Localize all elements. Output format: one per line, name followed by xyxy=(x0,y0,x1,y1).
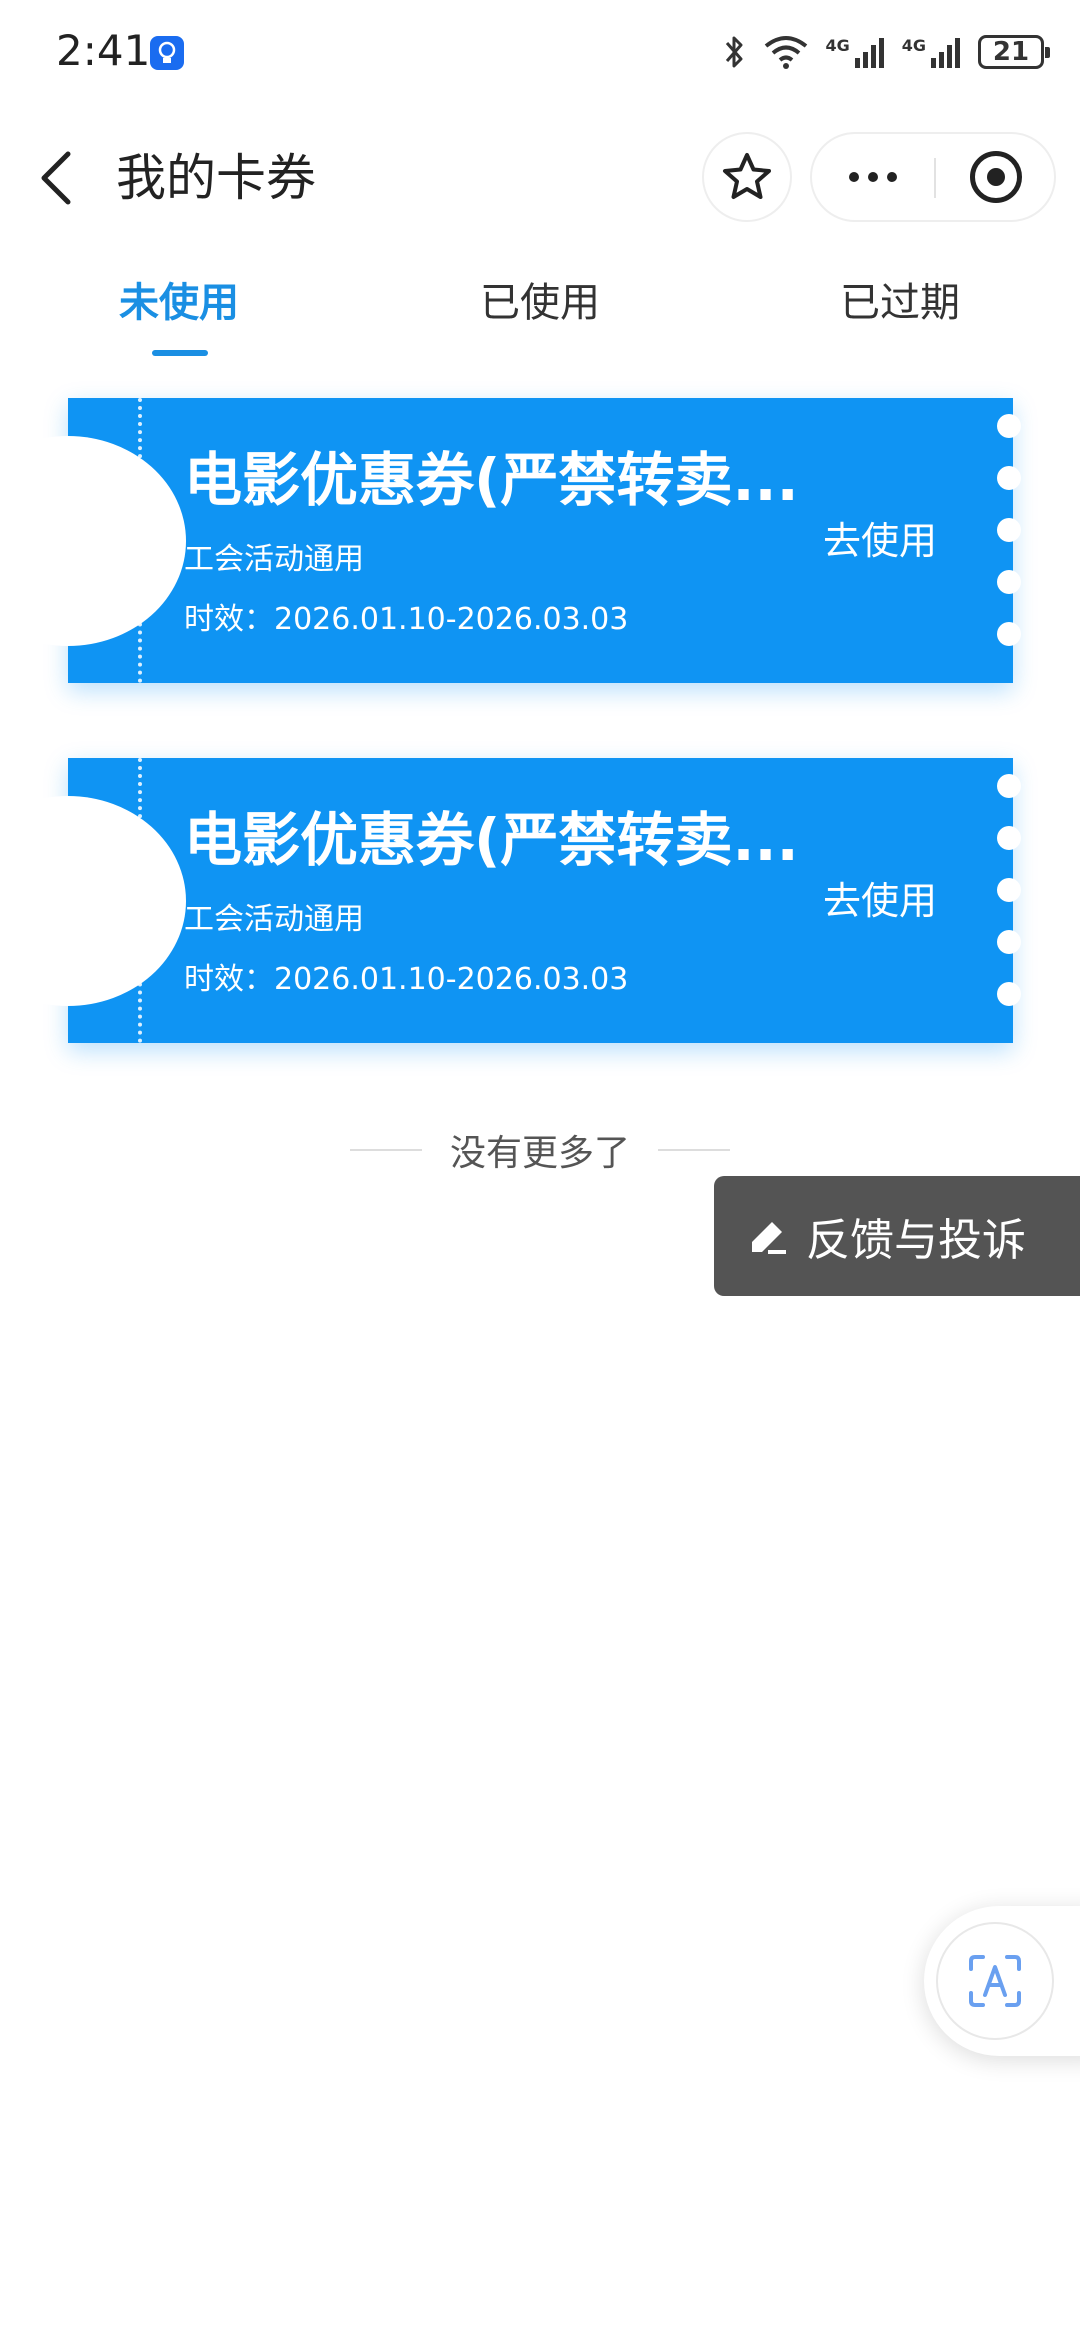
feedback-label: 反馈与投诉 xyxy=(806,1215,1026,1266)
coupon-perforation xyxy=(138,758,142,1043)
chevron-left-icon xyxy=(41,151,71,205)
close-miniapp-button[interactable] xyxy=(936,134,1056,220)
nav-bar: 我的卡券 xyxy=(0,130,1080,226)
floating-tool-button[interactable] xyxy=(924,1906,1080,2056)
coupon-title: 电影优惠券(严禁转卖... xyxy=(184,446,799,514)
end-of-list-hint: 没有更多了 xyxy=(0,1120,1080,1180)
feedback-button[interactable]: 反馈与投诉 xyxy=(714,1176,1080,1296)
status-icons: 4G 4G 21 xyxy=(723,30,1050,74)
coupon-subtitle: 工会活动通用 xyxy=(184,542,364,577)
battery-icon: 21 xyxy=(978,35,1050,69)
tab-indicator xyxy=(152,350,208,356)
coupon-validity: 时效：2026.01.10-2026.03.03 xyxy=(184,962,629,997)
use-coupon-button[interactable]: 去使用 xyxy=(823,876,937,926)
more-dot-icon xyxy=(868,172,878,182)
wifi-icon xyxy=(763,34,809,70)
star-icon xyxy=(723,153,771,199)
tab-bar: 未使用 已使用 已过期 xyxy=(0,268,1080,358)
use-coupon-button[interactable]: 去使用 xyxy=(823,516,937,566)
coupon-card[interactable]: 电影优惠券(严禁转卖... 工会活动通用 时效：2026.01.10-2026.… xyxy=(0,758,1021,1043)
divider xyxy=(349,1149,422,1151)
status-time: 2:41 xyxy=(56,26,151,75)
cell-signal-icon-1: 4G xyxy=(825,36,885,68)
coupon-subtitle: 工会活动通用 xyxy=(184,902,364,937)
coupon-title: 电影优惠券(严禁转卖... xyxy=(184,806,799,874)
favorite-button[interactable] xyxy=(702,132,792,222)
coupon-validity: 时效：2026.01.10-2026.03.03 xyxy=(184,602,629,637)
tab-used[interactable]: 已使用 xyxy=(440,268,640,338)
edit-pencil-icon xyxy=(752,1222,786,1254)
target-icon xyxy=(970,151,1022,203)
coupon-card[interactable]: 电影优惠券(严禁转卖... 工会活动通用 时效：2026.01.10-2026.… xyxy=(0,398,1021,683)
page-title: 我的卡券 xyxy=(116,149,316,207)
text-scan-icon xyxy=(936,1922,1054,2040)
network-type-label-1: 4G xyxy=(825,36,850,55)
tab-expired[interactable]: 已过期 xyxy=(800,268,1000,338)
end-of-list-text: 没有更多了 xyxy=(449,1133,630,1174)
tab-unused[interactable]: 未使用 xyxy=(79,268,279,338)
more-button[interactable] xyxy=(812,134,934,220)
network-type-label-2: 4G xyxy=(901,36,926,55)
back-button[interactable] xyxy=(28,144,88,212)
bluetooth-icon xyxy=(723,32,747,72)
cell-signal-icon-2: 4G xyxy=(902,36,962,68)
more-dot-icon xyxy=(849,172,859,182)
status-bar: 2:41 4G 4G 21 xyxy=(0,0,1080,110)
divider xyxy=(658,1149,730,1151)
coupon-perforation xyxy=(138,398,142,683)
notification-icon xyxy=(150,36,184,70)
battery-level: 21 xyxy=(992,37,1030,67)
more-dot-icon xyxy=(887,172,897,182)
miniapp-capsule xyxy=(810,132,1056,222)
